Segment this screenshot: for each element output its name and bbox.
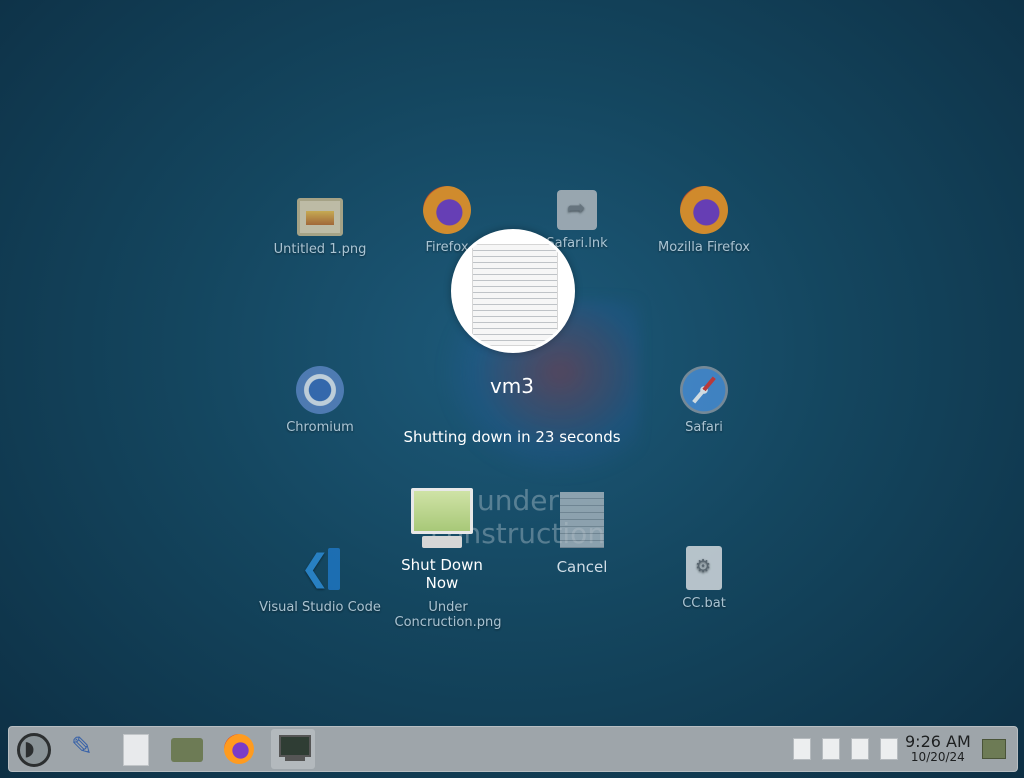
tray-document-icon[interactable] bbox=[822, 738, 840, 760]
desktop-icon-label: Mozilla Firefox bbox=[658, 240, 750, 255]
shutdown-countdown: Shutting down in 23 seconds bbox=[403, 428, 621, 446]
taskbar: 9:26 AM 10/20/24 bbox=[8, 726, 1018, 772]
desktop-icon-chromium[interactable]: Chromium bbox=[245, 366, 395, 435]
shortcut-icon bbox=[557, 190, 597, 230]
cancel-button[interactable]: Cancel bbox=[527, 492, 637, 576]
cancel-icon bbox=[560, 492, 604, 548]
desktop-icon-safari[interactable]: Safari bbox=[629, 366, 779, 435]
cancel-label: Cancel bbox=[556, 558, 608, 576]
host-name: vm3 bbox=[489, 374, 535, 398]
batch-file-icon bbox=[686, 546, 722, 590]
settings-icon[interactable] bbox=[67, 732, 101, 766]
shut-down-now-button[interactable]: Shut Down Now bbox=[387, 488, 497, 592]
firefox-icon bbox=[680, 186, 728, 234]
desktop-icon-label: CC.bat bbox=[682, 596, 726, 611]
chromium-icon bbox=[296, 366, 344, 414]
computer-stand bbox=[422, 536, 462, 548]
document-icon bbox=[472, 244, 558, 346]
folder-icon[interactable] bbox=[171, 738, 203, 762]
tray-document-icon[interactable] bbox=[793, 738, 811, 760]
safari-icon bbox=[680, 366, 728, 414]
tray-document-icon[interactable] bbox=[880, 738, 898, 760]
desktop-icon-label: Under Concruction.png bbox=[394, 600, 502, 630]
clock-date: 10/20/24 bbox=[910, 750, 965, 764]
taskbar-clock[interactable]: 9:26 AM 10/20/24 bbox=[905, 733, 971, 764]
desktop-icon-mozilla-firefox[interactable]: Mozilla Firefox bbox=[629, 186, 779, 255]
text-file-icon[interactable] bbox=[123, 734, 149, 766]
image-icon bbox=[297, 198, 343, 236]
vscode-icon bbox=[298, 546, 342, 594]
show-desktop-icon[interactable] bbox=[982, 739, 1006, 759]
firefox-icon[interactable] bbox=[224, 734, 254, 764]
firefox-icon bbox=[423, 186, 471, 234]
computer-icon bbox=[411, 488, 473, 534]
desktop-icon-cc-bat[interactable]: CC.bat bbox=[629, 546, 779, 611]
tray-document-icon[interactable] bbox=[851, 738, 869, 760]
clock-time: 9:26 AM bbox=[905, 732, 971, 751]
start-menu-icon[interactable] bbox=[17, 733, 51, 767]
user-avatar bbox=[451, 229, 575, 353]
terminal-icon[interactable] bbox=[271, 729, 315, 769]
shut-down-now-label: Shut Down Now bbox=[401, 556, 483, 592]
